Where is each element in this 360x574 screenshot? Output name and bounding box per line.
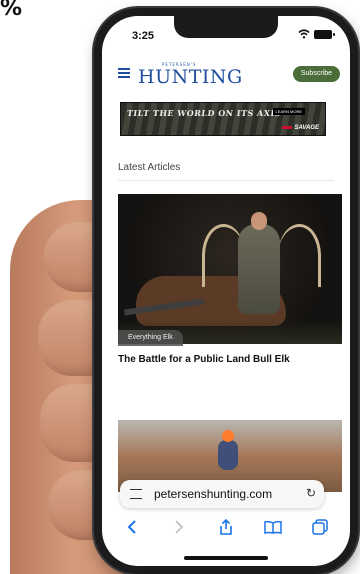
share-icon[interactable]	[216, 517, 236, 537]
phone-screen: 3:25 PETERSEN'S HUNTING Subscribe TILT T…	[102, 16, 350, 566]
article-image-elk[interactable]	[118, 194, 342, 344]
section-title: Latest Articles	[118, 162, 181, 173]
article-category-tag[interactable]: Everything Elk	[118, 330, 183, 346]
forward-icon[interactable]	[169, 517, 189, 537]
phone-notch	[174, 16, 278, 38]
bookmarks-icon[interactable]	[263, 517, 283, 537]
reload-icon[interactable]: ↻	[306, 486, 316, 500]
url-text[interactable]: petersenshunting.com	[154, 487, 272, 501]
wifi-icon	[298, 29, 310, 39]
corner-percent-text: %	[0, 0, 23, 21]
address-bar[interactable]: petersenshunting.com ↻	[120, 480, 324, 508]
site-header: PETERSEN'S HUNTING Subscribe	[102, 56, 350, 92]
hunter-shape	[238, 224, 280, 314]
ad-learn-more-button[interactable]: LEARN MORE	[272, 108, 305, 115]
hunter-shape	[218, 430, 238, 470]
divider	[118, 180, 334, 181]
battery-icon	[314, 29, 335, 39]
home-indicator[interactable]	[184, 556, 268, 560]
subscribe-button[interactable]: Subscribe	[292, 66, 340, 82]
hamburger-menu-icon[interactable]	[118, 68, 130, 78]
ad-headline: TILT THE WORLD ON ITS AXIS	[126, 108, 282, 118]
antler-shape	[278, 224, 321, 287]
logo-main-text: HUNTING	[138, 66, 243, 88]
site-logo[interactable]: PETERSEN'S HUNTING	[138, 62, 243, 87]
hunter-head-shape	[251, 212, 267, 230]
article-title[interactable]: The Battle for a Public Land Bull Elk	[118, 354, 342, 365]
ad-brand-logo: SAVAGE	[282, 125, 319, 131]
ad-banner[interactable]: TILT THE WORLD ON ITS AXIS LEARN MORE SA…	[120, 102, 326, 136]
reader-mode-icon[interactable]	[130, 489, 142, 499]
back-icon[interactable]	[122, 517, 142, 537]
phone-device: 3:25 PETERSEN'S HUNTING Subscribe TILT T…	[94, 8, 358, 574]
status-icons	[298, 29, 335, 39]
tabs-icon[interactable]	[310, 517, 330, 537]
browser-toolbar	[102, 512, 350, 542]
article-card[interactable]: Everything Elk The Battle for a Public L…	[118, 194, 342, 394]
status-time: 3:25	[132, 30, 155, 42]
